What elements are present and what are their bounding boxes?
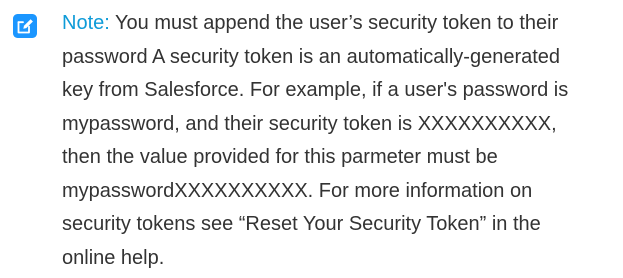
note-text: Note: You must append the user’s securit…: [62, 7, 618, 275]
note-line: online help.: [62, 246, 165, 269]
note-line: Note: You must append the user’s securit…: [62, 7, 618, 41]
note-line: mypasswordXXXXXXXXXX. For more informati…: [62, 179, 533, 202]
note-line: key from Salesforce. For example, if a u…: [62, 79, 569, 101]
note-callout: Note: You must append the user’s securit…: [0, 0, 623, 278]
note-line: mypassword, and their security token is …: [62, 112, 557, 135]
edit-note-icon: [13, 14, 37, 38]
note-line-text: You must append the user’s security toke…: [115, 12, 559, 34]
note-label: Note:: [62, 12, 110, 34]
note-line: security tokens see “Reset Your Security…: [62, 213, 541, 235]
note-line: password A security token is an automati…: [62, 45, 561, 68]
note-line: then the value provided for this parmete…: [62, 146, 498, 168]
